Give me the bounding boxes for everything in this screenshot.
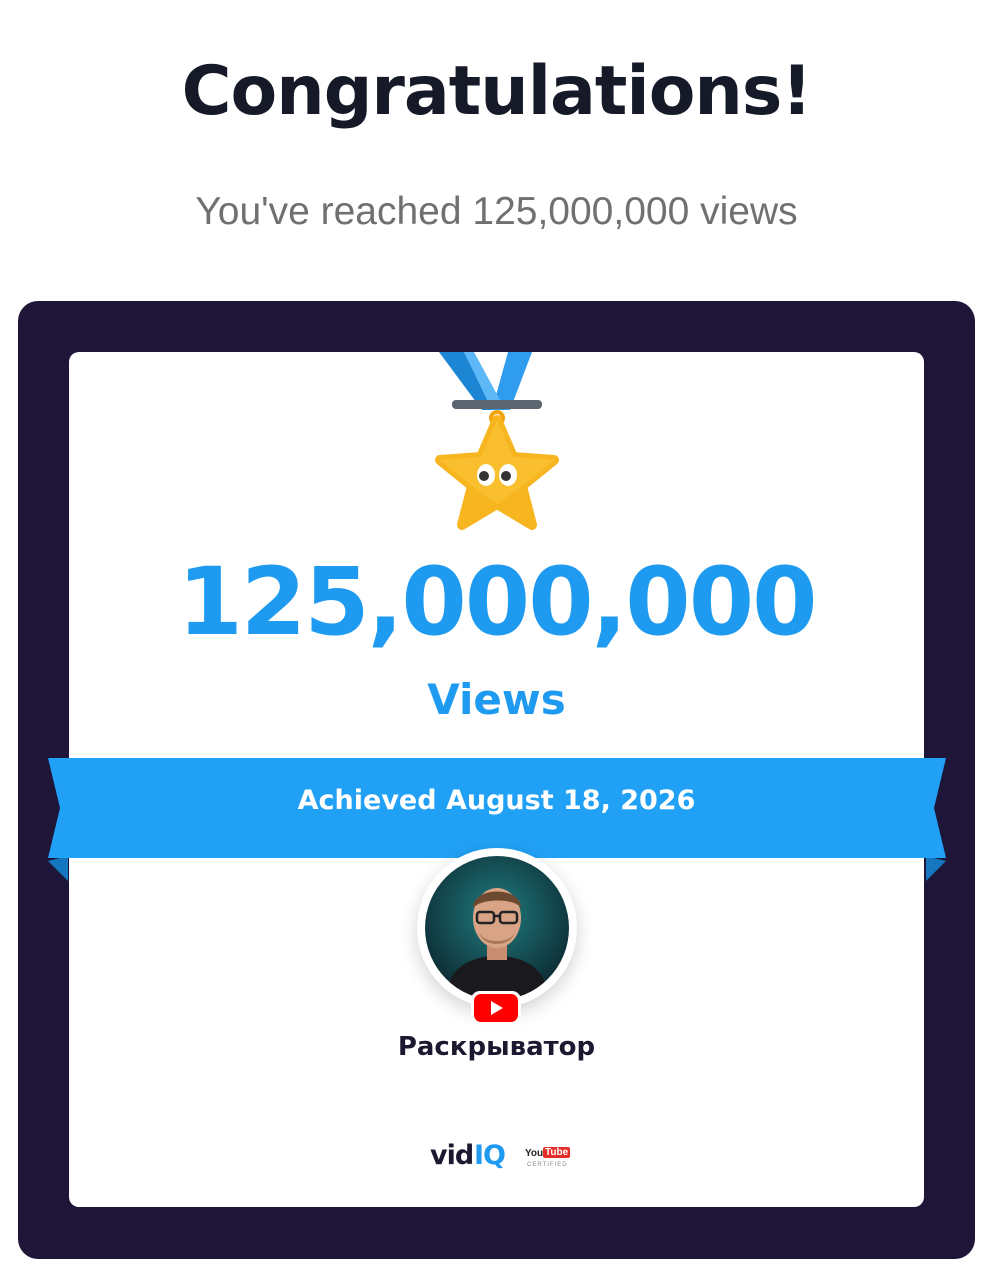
youtube-certified-you: You (525, 1148, 544, 1159)
milestone-unit: Views (427, 675, 566, 724)
achieved-date: Achieved August 18, 2026 (297, 785, 696, 816)
milestone-count: 125,000,000 (177, 548, 817, 657)
milestone-page: Congratulations! You've reached 125,000,… (0, 0, 993, 1280)
channel-avatar-frame (417, 848, 577, 1008)
channel-avatar (425, 856, 569, 1000)
page-subtitle: You've reached 125,000,000 views (195, 190, 798, 233)
vidiq-logo-vid: vid (430, 1140, 474, 1171)
youtube-certified-badge: You Tube CERTIFIED (525, 1147, 571, 1174)
channel-name: Раскрыватор (397, 1032, 596, 1062)
youtube-certified-tube: Tube (543, 1147, 571, 1158)
vidiq-logo-iq: IQ (474, 1140, 506, 1171)
youtube-certified-label: CERTIFIED (527, 1162, 568, 1168)
page-title: Congratulations! (181, 52, 813, 131)
vidiq-logo: vid IQ You Tube CERTIFIED (430, 1140, 571, 1180)
star-medal-icon (435, 352, 559, 530)
youtube-icon (471, 991, 521, 1025)
